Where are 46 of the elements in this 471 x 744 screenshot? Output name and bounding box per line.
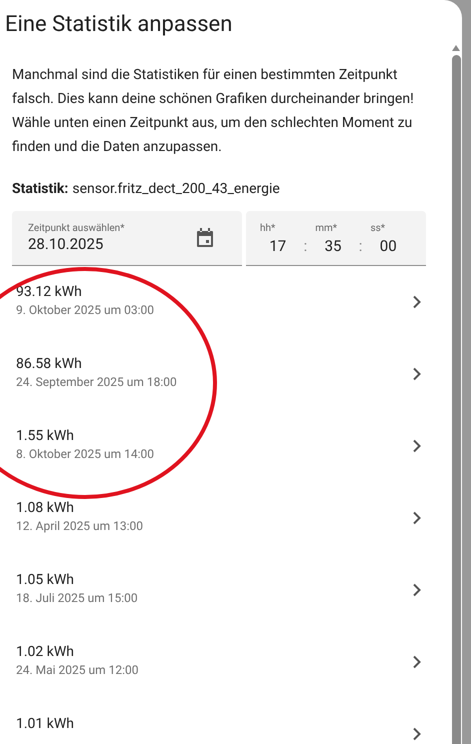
chevron-right-icon bbox=[412, 295, 422, 309]
time-unit-value: 00 bbox=[380, 237, 397, 255]
time-unit-label: mm* bbox=[315, 223, 338, 235]
chevron-right-icon bbox=[412, 655, 422, 669]
scroll-up-arrow-icon[interactable] bbox=[452, 45, 460, 51]
date-field-label: Zeitpunkt auswählen* bbox=[28, 223, 125, 235]
chevron-right-icon bbox=[412, 367, 422, 381]
statistic-row[interactable]: 1.08 kWh 12. April 2025 um 13:00 bbox=[0, 482, 450, 554]
row-date: 24. Mai 2025 um 12:00 bbox=[16, 662, 138, 678]
chevron-right-icon bbox=[412, 511, 422, 525]
date-field-value: 28.10.2025 bbox=[28, 235, 104, 253]
time-unit-label: ss* bbox=[370, 223, 386, 235]
time-separator: : bbox=[358, 237, 362, 255]
row-value: 1.01 kWh bbox=[16, 715, 74, 734]
statistic-row[interactable]: 1.05 kWh 18. Juli 2025 um 15:00 bbox=[0, 554, 450, 626]
date-field[interactable]: Zeitpunkt auswählen* 28.10.2025 bbox=[12, 211, 242, 266]
time-field[interactable]: hh* 17 : mm* 35 : ss* 00 bbox=[246, 211, 426, 266]
time-unit-value: 35 bbox=[324, 237, 342, 255]
row-date: 24. September 2025 um 18:00 bbox=[16, 374, 177, 390]
row-date: 18. Juli 2025 um 15:00 bbox=[16, 590, 138, 606]
statistic-label: Statistik: bbox=[12, 180, 68, 199]
statistic-row[interactable]: 1.02 kWh 24. Mai 2025 um 12:00 bbox=[0, 626, 450, 698]
statistic-row[interactable]: 93.12 kWh 9. Oktober 2025 um 03:00 bbox=[0, 266, 450, 338]
statistic-row[interactable]: 1.01 kWh bbox=[0, 698, 450, 744]
statistic-row[interactable]: 86.58 kWh 24. September 2025 um 18:00 bbox=[0, 338, 450, 410]
description-text: Manchmal sind die Statistiken für einen bestimmten Zeitpunkt falsch. Dies kann deine schönen Grafiken durcheinander bringen! Wähle unten einen Zeitpunkt aus, um den schlechten Moment zu finden und die Daten anzupassen. bbox=[12, 66, 415, 157]
row-value: 1.55 kWh bbox=[16, 427, 74, 446]
row-date: 9. Oktober 2025 um 03:00 bbox=[16, 302, 154, 318]
calendar-icon[interactable] bbox=[196, 228, 214, 248]
chevron-right-icon bbox=[412, 727, 422, 741]
row-value: 86.58 kWh bbox=[16, 355, 82, 374]
row-date: 8. Oktober 2025 um 14:00 bbox=[16, 446, 154, 462]
dialog-title: Eine Statistik anpassen bbox=[4, 11, 232, 39]
row-value: 1.08 kWh bbox=[16, 499, 74, 518]
chevron-right-icon bbox=[412, 583, 422, 597]
scrollbar-thumb[interactable] bbox=[452, 55, 460, 744]
statistic-row[interactable]: 1.55 kWh 8. Oktober 2025 um 14:00 bbox=[0, 410, 450, 482]
row-value: 1.02 kWh bbox=[16, 643, 74, 662]
time-separator: : bbox=[304, 237, 308, 255]
time-unit-value: 17 bbox=[269, 237, 286, 255]
row-date: 12. April 2025 um 13:00 bbox=[16, 518, 144, 534]
statistic-id: sensor.fritz_dect_200_43_energie bbox=[72, 180, 280, 199]
chevron-right-icon bbox=[412, 439, 422, 453]
row-value: 1.05 kWh bbox=[16, 571, 74, 590]
time-unit-label: hh* bbox=[260, 223, 276, 235]
row-value: 93.12 kWh bbox=[16, 283, 82, 302]
